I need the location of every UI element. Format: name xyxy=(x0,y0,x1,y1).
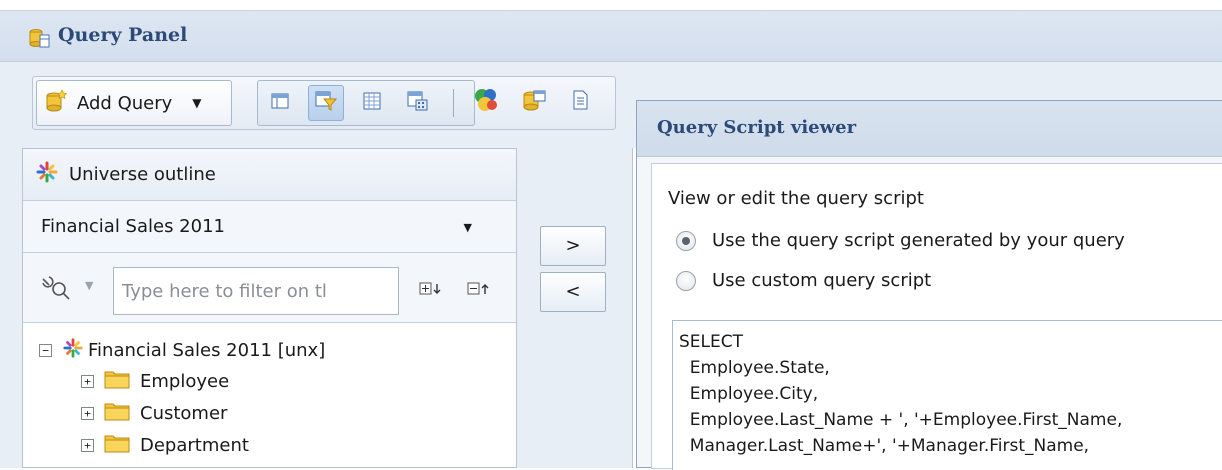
expand-node-icon[interactable]: + xyxy=(81,439,94,452)
dialog-instruction: View or edit the query script xyxy=(668,188,924,209)
query-filters-button[interactable] xyxy=(308,85,344,121)
collapse-node-icon[interactable]: − xyxy=(39,344,52,357)
universe-outline-panel: Universe outline Financial Sales 2011 ▼ … xyxy=(22,148,517,468)
tree-node-label: Department xyxy=(140,435,249,456)
custom-script-radio[interactable] xyxy=(676,270,696,291)
generated-script-radio[interactable] xyxy=(676,230,696,251)
result-objects-icon xyxy=(270,91,290,115)
query-toolbar: Add Query ▼ xyxy=(32,76,616,130)
object-filter-input[interactable] xyxy=(113,267,399,315)
generated-script-option[interactable]: Use the query script generated by your q… xyxy=(676,230,1125,251)
combined-query-button[interactable] xyxy=(469,85,503,119)
universe-icon xyxy=(62,337,84,364)
toolbar-separator xyxy=(453,89,454,117)
folder-icon xyxy=(104,401,130,426)
tree-node-customer[interactable]: + Customer xyxy=(81,401,227,426)
filter-bar: ▼ xyxy=(23,253,516,323)
universe-icon xyxy=(35,160,59,189)
tree-node-label: Financial Sales 2011 [unx] xyxy=(88,340,326,361)
universe-selector-value: Financial Sales 2011 xyxy=(41,216,225,237)
dialog-body: View or edit the query script Use the qu… xyxy=(651,163,1222,470)
folder-icon xyxy=(104,433,130,458)
query-script-viewer-dialog: Query Script viewer View or edit the que… xyxy=(636,100,1222,470)
add-query-icon xyxy=(45,88,69,118)
query-filters-icon xyxy=(315,90,338,116)
view-toggle-group xyxy=(257,80,475,126)
tree-node-label: Employee xyxy=(140,371,230,392)
universe-selector[interactable]: Financial Sales 2011 ▼ xyxy=(23,201,516,253)
view-script-icon xyxy=(570,89,590,115)
universe-outline-title: Universe outline xyxy=(69,164,216,185)
dialog-title-bar[interactable]: Query Script viewer xyxy=(637,101,1222,157)
expand-node-icon[interactable]: + xyxy=(81,407,94,420)
filter-tool-dropdown-icon[interactable]: ▼ xyxy=(85,279,93,292)
expand-all-icon[interactable] xyxy=(419,281,443,301)
tree-node-employee[interactable]: + Employee xyxy=(81,369,229,394)
result-objects-button[interactable] xyxy=(262,85,298,121)
chevron-down-icon: ▼ xyxy=(463,221,472,234)
tree-node-universe[interactable]: − Financial Sales 2011 [unx] xyxy=(39,337,325,364)
query-settings-icon xyxy=(521,87,547,117)
combined-query-icon xyxy=(472,86,500,118)
query-settings-button[interactable] xyxy=(517,85,551,119)
tree-node-label: Customer xyxy=(140,403,228,424)
add-to-query-button[interactable]: > xyxy=(540,226,606,266)
folder-icon xyxy=(104,369,130,394)
add-query-dropdown-icon: ▼ xyxy=(192,96,202,110)
universe-outline-header: Universe outline xyxy=(23,149,516,201)
query-properties-icon xyxy=(407,90,429,116)
collapse-all-icon[interactable] xyxy=(467,281,491,301)
tree-node-department[interactable]: + Department xyxy=(81,433,249,458)
window-title: Query Panel xyxy=(58,24,188,46)
generated-script-label: Use the query script generated by your q… xyxy=(712,230,1125,251)
query-panel-icon xyxy=(28,27,50,53)
dialog-title: Query Script viewer xyxy=(657,117,857,138)
query-properties-button[interactable] xyxy=(400,85,436,121)
query-script-editor[interactable]: SELECT Employee.State, Employee.City, Em… xyxy=(672,320,1222,470)
custom-script-option[interactable]: Use custom query script xyxy=(676,270,931,291)
custom-script-label: Use custom query script xyxy=(712,270,932,291)
filter-tool-button[interactable] xyxy=(39,273,75,305)
title-bar: Query Panel xyxy=(0,10,1222,62)
expand-node-icon[interactable]: + xyxy=(81,375,94,388)
add-query-button[interactable]: Add Query ▼ xyxy=(36,80,232,126)
add-query-label: Add Query xyxy=(77,92,173,114)
data-preview-button[interactable] xyxy=(354,85,390,121)
remove-from-query-button[interactable]: < xyxy=(540,272,606,312)
view-script-button[interactable] xyxy=(563,85,597,119)
data-preview-icon xyxy=(362,91,382,115)
